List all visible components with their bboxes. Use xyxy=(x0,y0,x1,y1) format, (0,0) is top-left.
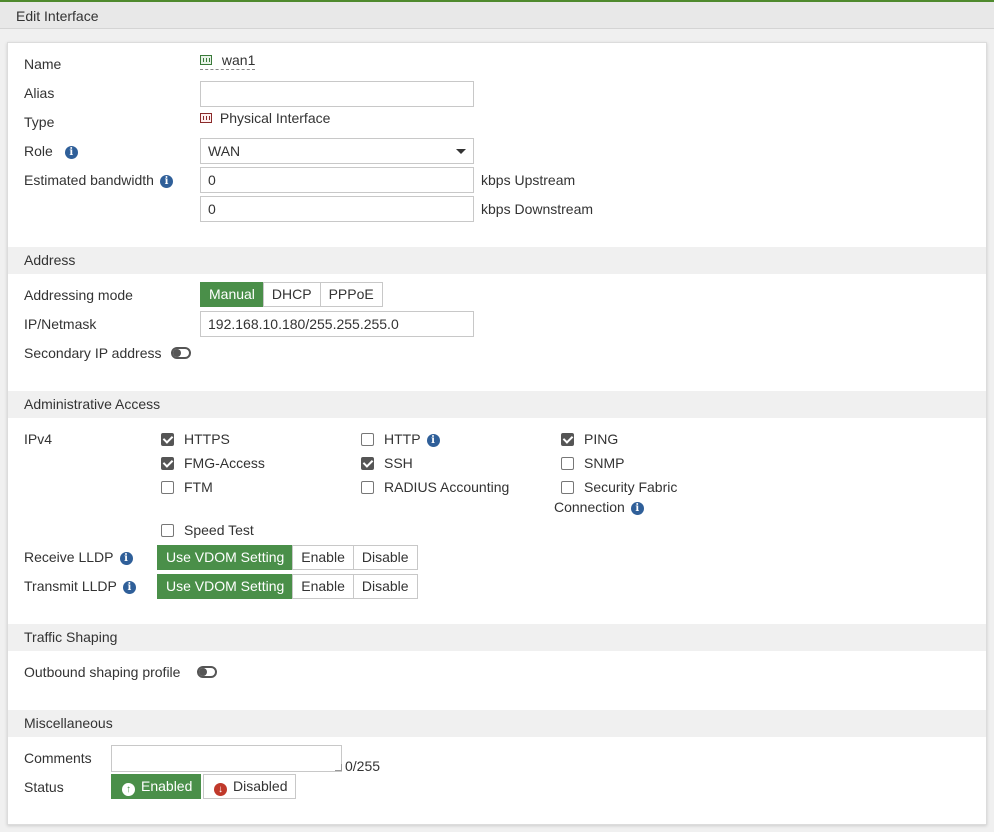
status-enabled-label: Enabled xyxy=(141,778,193,794)
http-label: HTTP xyxy=(384,431,421,447)
security-fabric-info-icon[interactable]: i xyxy=(630,502,644,515)
ftm-checkbox[interactable] xyxy=(161,481,174,494)
arrow-down-circle-icon: ↓ xyxy=(214,783,227,796)
receive-lldp-disable-button[interactable]: Disable xyxy=(352,545,418,570)
misc-section-header: Miscellaneous xyxy=(8,710,986,737)
transmit-lldp-enable-button[interactable]: Enable xyxy=(292,574,354,599)
downstream-unit: kbps Downstream xyxy=(481,201,594,217)
traffic-shaping-section-title: Traffic Shaping xyxy=(24,629,118,645)
transmit-lldp-vdom-button[interactable]: Use VDOM Setting xyxy=(157,574,294,599)
comments-counter: 0/255 xyxy=(345,758,381,774)
type-label: Type xyxy=(24,114,55,130)
speed-test-label: Speed Test xyxy=(184,522,254,538)
resize-handle-icon[interactable] xyxy=(335,764,342,771)
admin-access-section-title: Administrative Access xyxy=(24,396,161,412)
ip-netmask-input[interactable]: 192.168.10.180/255.255.255.0 xyxy=(200,311,474,337)
transmit-lldp-toggle: Use VDOM Setting Enable Disable xyxy=(157,574,418,599)
interface-name-value: wan1 xyxy=(221,52,256,68)
secondary-ip-label: Secondary IP address xyxy=(24,345,162,361)
receive-lldp-vdom-button[interactable]: Use VDOM Setting xyxy=(157,545,294,570)
radius-accounting-checkbox[interactable] xyxy=(361,481,374,494)
upstream-unit: kbps Upstream xyxy=(481,172,576,188)
misc-section-title: Miscellaneous xyxy=(24,715,113,731)
https-checkbox[interactable] xyxy=(161,433,174,446)
addressing-mode-label: Addressing mode xyxy=(24,287,133,303)
status-enabled-button[interactable]: ↑ Enabled xyxy=(111,774,202,799)
upstream-input[interactable]: 0 xyxy=(200,167,474,193)
transmit-lldp-label-text: Transmit LLDP xyxy=(24,578,117,594)
role-selected-value: WAN xyxy=(208,143,241,159)
speed-test-checkbox[interactable] xyxy=(161,524,174,537)
radius-accounting-label: RADIUS Accounting xyxy=(384,479,510,495)
receive-lldp-enable-button[interactable]: Enable xyxy=(292,545,354,570)
role-label: Role i xyxy=(24,143,78,159)
snmp-checkbox[interactable] xyxy=(561,457,574,470)
addressing-mode-toggle: Manual DHCP PPPoE xyxy=(200,282,383,307)
security-fabric-label-line2: Connection i xyxy=(554,499,644,515)
alias-input[interactable] xyxy=(200,81,474,107)
bandwidth-info-icon[interactable]: i xyxy=(159,175,173,188)
role-label-text: Role xyxy=(24,143,53,159)
address-section-header: Address xyxy=(8,247,986,274)
bandwidth-label-text: Estimated bandwidth xyxy=(24,172,154,188)
https-label: HTTPS xyxy=(184,431,230,447)
status-disabled-button[interactable]: ↓ Disabled xyxy=(203,774,297,799)
type-value-group: Physical Interface xyxy=(200,110,330,126)
physical-interface-icon xyxy=(200,113,212,123)
ping-label: PING xyxy=(584,431,619,447)
alias-label: Alias xyxy=(24,85,55,101)
interface-name-link[interactable]: wan1 xyxy=(200,52,256,70)
security-fabric-checkbox[interactable] xyxy=(561,481,574,494)
edit-interface-form: Name wan1 Alias Type Physical Interface … xyxy=(7,42,987,825)
type-value: Physical Interface xyxy=(219,110,331,126)
arrow-up-circle-icon: ↑ xyxy=(122,783,135,796)
physical-port-icon xyxy=(200,55,212,65)
receive-lldp-label: Receive LLDP i xyxy=(24,549,133,565)
name-label: Name xyxy=(24,56,62,72)
ssh-label: SSH xyxy=(384,455,413,471)
fmg-access-checkbox[interactable] xyxy=(161,457,174,470)
traffic-shaping-section-header: Traffic Shaping xyxy=(8,624,986,651)
comments-textarea[interactable] xyxy=(111,745,342,772)
transmit-lldp-info-icon[interactable]: i xyxy=(122,581,136,594)
downstream-input[interactable]: 0 xyxy=(200,196,474,222)
receive-lldp-label-text: Receive LLDP xyxy=(24,549,114,565)
role-info-icon[interactable]: i xyxy=(64,146,78,159)
page-header: Edit Interface xyxy=(0,0,994,29)
security-fabric-label: Security Fabric xyxy=(584,479,678,495)
mode-dhcp-button[interactable]: DHCP xyxy=(262,282,321,307)
mode-pppoe-button[interactable]: PPPoE xyxy=(319,282,383,307)
comments-label: Comments xyxy=(24,750,92,766)
bandwidth-label: Estimated bandwidth i xyxy=(24,172,173,188)
transmit-lldp-label: Transmit LLDP i xyxy=(24,578,136,594)
secondary-ip-toggle[interactable] xyxy=(171,347,191,359)
page-title: Edit Interface xyxy=(16,8,99,24)
http-checkbox[interactable] xyxy=(361,433,374,446)
security-fabric-connection-text: Connection xyxy=(554,499,625,515)
chevron-down-icon xyxy=(456,149,466,154)
fmg-access-label: FMG-Access xyxy=(184,455,265,471)
ipv4-label: IPv4 xyxy=(24,431,53,447)
receive-lldp-toggle: Use VDOM Setting Enable Disable xyxy=(157,545,418,570)
address-section-title: Address xyxy=(24,252,76,268)
mode-manual-button[interactable]: Manual xyxy=(200,282,264,307)
ssh-checkbox[interactable] xyxy=(361,457,374,470)
outbound-shaping-toggle[interactable] xyxy=(197,666,217,678)
receive-lldp-info-icon[interactable]: i xyxy=(119,552,133,565)
outbound-shaping-label: Outbound shaping profile xyxy=(24,664,181,680)
status-label: Status xyxy=(24,779,64,795)
transmit-lldp-disable-button[interactable]: Disable xyxy=(352,574,418,599)
role-select[interactable]: WAN xyxy=(200,138,474,164)
http-label-group: HTTP i xyxy=(384,431,440,447)
ping-checkbox[interactable] xyxy=(561,433,574,446)
snmp-label: SNMP xyxy=(584,455,625,471)
status-disabled-label: Disabled xyxy=(233,778,288,794)
http-info-icon[interactable]: i xyxy=(426,434,440,447)
ip-netmask-label: IP/Netmask xyxy=(24,316,97,332)
ftm-label: FTM xyxy=(184,479,213,495)
admin-access-section-header: Administrative Access xyxy=(8,391,986,418)
